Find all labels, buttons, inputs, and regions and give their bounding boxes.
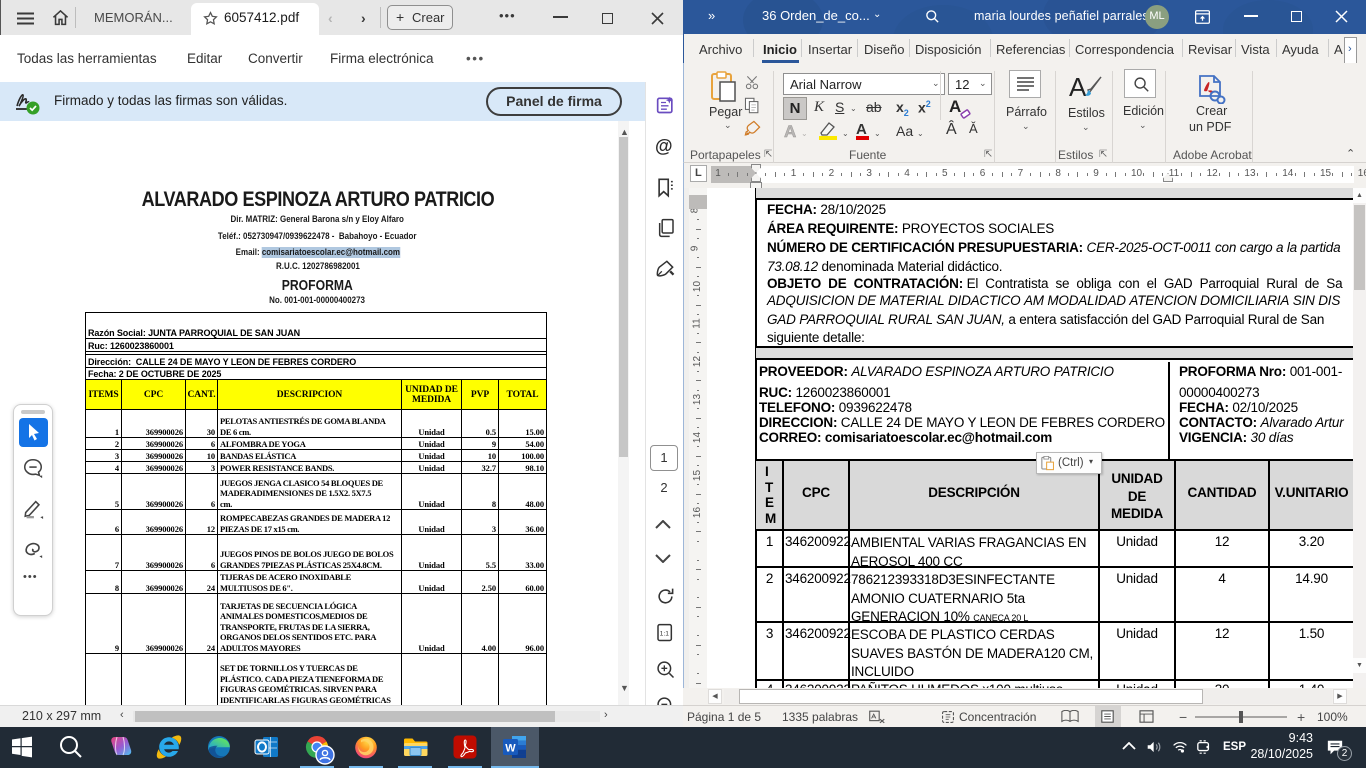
svg-text:W: W xyxy=(505,743,516,755)
svg-text:1:1: 1:1 xyxy=(660,631,670,638)
